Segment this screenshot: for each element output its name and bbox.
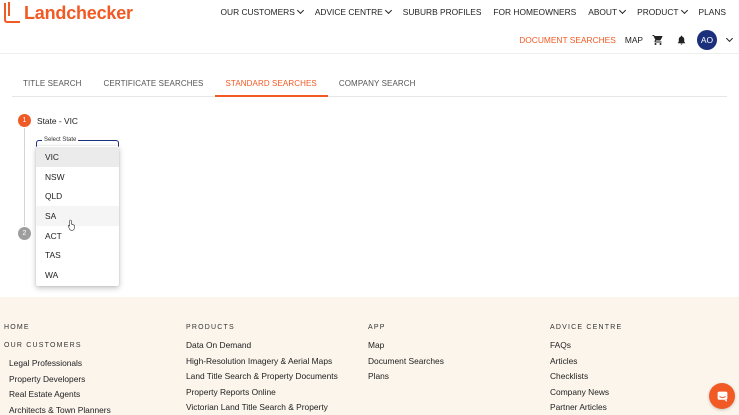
nav-advice-centre[interactable]: ADVICE CENTRE [309, 6, 397, 17]
footer-link[interactable]: Partner Articles [550, 402, 622, 415]
footer-column-home: HOME OUR CUSTOMERS Legal Professionals P… [4, 324, 111, 415]
logo-text: Landchecker [24, 2, 133, 23]
state-option-act[interactable]: ACT [36, 226, 119, 246]
step-1-label: State - VIC [37, 115, 78, 126]
tab-standard-searches[interactable]: STANDARD SEARCHES [214, 72, 328, 97]
chevron-down-icon [680, 6, 688, 15]
bell-icon[interactable] [674, 33, 688, 47]
state-option-tas[interactable]: TAS [36, 245, 119, 265]
nav-label: ABOUT [588, 7, 618, 17]
footer-link[interactable]: Victorian Land Title Search & Property [186, 402, 338, 415]
state-option-wa[interactable]: WA [36, 265, 119, 285]
footer-link[interactable]: Architects & Town Planners [4, 405, 111, 415]
footer-link[interactable]: Document Searches [368, 356, 444, 372]
footer-link[interactable]: Legal Professionals [4, 358, 111, 374]
cart-icon[interactable] [651, 33, 665, 47]
footer-column-advice-centre: ADVICE CENTRE FAQs Articles Checklists C… [550, 324, 622, 415]
footer-link[interactable]: Data On Demand [186, 340, 338, 356]
footer-link[interactable]: FAQs [550, 340, 622, 356]
chat-launcher-button[interactable] [709, 383, 735, 409]
top-navigation: OUR CUSTOMERS ADVICE CENTRE SUBURB PROFI… [215, 6, 732, 17]
nav-label: PRODUCT [637, 7, 679, 17]
nav-product[interactable]: PRODUCT [631, 6, 692, 17]
footer-heading-home[interactable]: HOME [4, 324, 111, 340]
footer-link[interactable]: High-Resolution Imagery & Aerial Maps [186, 356, 338, 372]
header-divider [0, 53, 739, 54]
footer-heading-advice-centre: ADVICE CENTRE [550, 324, 623, 331]
nav-plans[interactable]: PLANS [693, 7, 732, 17]
footer-link[interactable]: Land Title Search & Property Documents [186, 371, 338, 387]
state-dropdown-menu: VIC NSW QLD SA ACT TAS WA [36, 146, 119, 286]
tab-company-search[interactable]: COMPANY SEARCH [328, 72, 427, 97]
tab-certificate-searches[interactable]: CERTIFICATE SEARCHES [93, 72, 215, 97]
map-link[interactable]: MAP [625, 35, 643, 45]
footer-column-products: PRODUCTS Data On Demand High-Resolution … [186, 324, 338, 415]
landchecker-logo[interactable]: Landchecker [4, 2, 133, 24]
chevron-down-icon [619, 6, 627, 15]
step-connector [24, 128, 25, 226]
search-tabs: TITLE SEARCH CERTIFICATE SEARCHES STANDA… [12, 72, 727, 97]
step-2: 2 [18, 227, 37, 240]
nav-label: FOR HOMEOWNERS [493, 7, 577, 17]
tab-title-search[interactable]: TITLE SEARCH [12, 72, 93, 97]
footer-subheading-customers: OUR CUSTOMERS [4, 342, 82, 349]
site-footer: HOME OUR CUSTOMERS Legal Professionals P… [0, 297, 739, 415]
nav-about[interactable]: ABOUT [582, 6, 631, 17]
footer-link[interactable]: Checklists [550, 371, 622, 387]
chevron-down-icon [296, 6, 304, 15]
footer-heading-app: APP [368, 324, 386, 331]
chat-icon [717, 391, 727, 402]
state-option-nsw[interactable]: NSW [36, 167, 119, 187]
logo-mark-icon [4, 2, 20, 23]
state-select-label: Select State [42, 137, 79, 143]
hand-pointer-icon [67, 219, 75, 231]
state-option-qld[interactable]: QLD [36, 186, 119, 206]
nav-label: PLANS [698, 7, 726, 17]
nav-label: SUBURB PROFILES [402, 7, 482, 17]
footer-link[interactable]: Articles [550, 356, 622, 372]
footer-link[interactable]: Map [368, 340, 444, 356]
footer-link[interactable]: Real Estate Agents [4, 389, 111, 405]
footer-link[interactable]: Property Developers [4, 374, 111, 390]
nav-suburb-profiles[interactable]: SUBURB PROFILES [397, 7, 488, 17]
account-navigation: DOCUMENT SEARCHES MAP AO [519, 30, 734, 50]
state-option-vic[interactable]: VIC [36, 147, 119, 167]
footer-link[interactable]: Property Reports Online [186, 387, 338, 403]
footer-link[interactable]: Plans [368, 371, 444, 387]
chevron-down-icon [384, 6, 392, 15]
nav-label: OUR CUSTOMERS [220, 7, 295, 17]
nav-label: ADVICE CENTRE [314, 7, 383, 17]
state-option-sa[interactable]: SA [36, 206, 119, 226]
footer-heading-products: PRODUCTS [186, 324, 235, 331]
nav-for-homeowners[interactable]: FOR HOMEOWNERS [487, 7, 582, 17]
nav-our-customers[interactable]: OUR CUSTOMERS [215, 6, 309, 17]
account-menu-chevron-icon[interactable] [725, 34, 734, 43]
footer-link[interactable]: Company News [550, 387, 622, 403]
step-number-badge: 1 [18, 114, 31, 127]
document-searches-link[interactable]: DOCUMENT SEARCHES [519, 35, 616, 45]
user-avatar[interactable]: AO [697, 30, 717, 50]
step-1: 1 State - VIC [18, 114, 78, 127]
footer-column-app: APP Map Document Searches Plans [368, 324, 444, 387]
step-number-badge: 2 [18, 227, 31, 240]
